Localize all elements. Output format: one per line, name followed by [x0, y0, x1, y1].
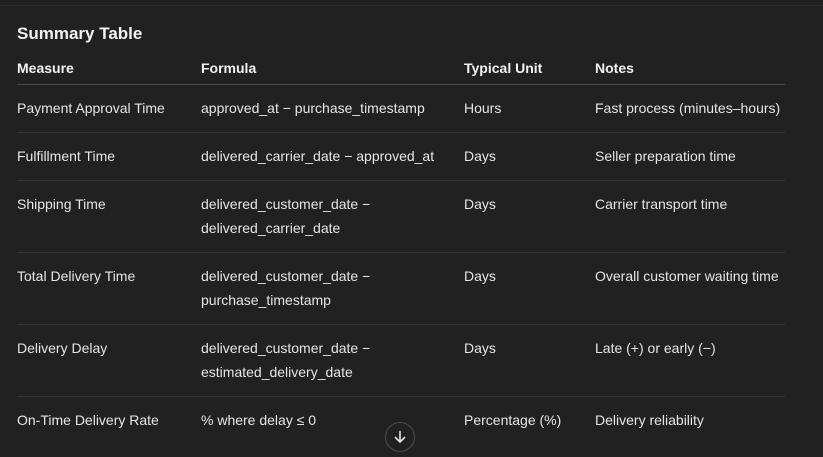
formula-cell: approved_at − purchase_timestamp — [201, 84, 464, 133]
scroll-to-bottom-button[interactable] — [385, 422, 415, 452]
formula-cell: delivered_carrier_date − approved_at — [201, 132, 464, 181]
notes-cell: Seller preparation time — [595, 132, 785, 181]
unit-cell: Days — [464, 252, 595, 325]
top-divider — [0, 5, 823, 6]
formula-cell: delivered_customer_date − delivered_carr… — [201, 180, 464, 253]
formula-cell: % where delay ≤ 0 — [201, 412, 317, 428]
formula-cell: delivered_customer_date − purchase_times… — [201, 252, 464, 325]
summary-table: Measure Formula Typical Unit Notes Payme… — [17, 52, 785, 444]
unit-cell: Hours — [464, 84, 595, 133]
unit-cell: Percentage (%) — [464, 412, 562, 428]
notes-cell: Delivery reliability — [595, 412, 704, 428]
notes-cell: Late (+) or early (−) — [595, 324, 785, 397]
column-header-notes: Notes — [595, 52, 785, 85]
column-header-measure: Measure — [17, 52, 201, 85]
measure-cell: Delivery Delay — [17, 324, 201, 397]
unit-cell: Days — [464, 180, 595, 253]
formula-cell: delivered_customer_date − estimated_deli… — [201, 324, 464, 397]
measure-cell: Fulfillment Time — [17, 132, 201, 181]
table-row: Payment Approval Time approved_at − purc… — [17, 84, 785, 133]
measure-cell: Shipping Time — [17, 180, 201, 253]
table-row: Total Delivery Time delivered_customer_d… — [17, 252, 785, 325]
column-header-unit: Typical Unit — [464, 52, 595, 85]
table-header-row: Measure Formula Typical Unit Notes — [17, 52, 785, 85]
unit-cell: Days — [464, 324, 595, 397]
notes-cell: Carrier transport time — [595, 180, 785, 253]
measure-cell: Total Delivery Time — [17, 252, 201, 325]
unit-cell: Days — [464, 132, 595, 181]
table-row: Fulfillment Time delivered_carrier_date … — [17, 132, 785, 181]
table-row: Delivery Delay delivered_customer_date −… — [17, 324, 785, 397]
table-row: Shipping Time delivered_customer_date − … — [17, 180, 785, 253]
notes-cell: Fast process (minutes–hours) — [595, 84, 785, 133]
measure-cell: Payment Approval Time — [17, 84, 201, 133]
measure-cell: On-Time Delivery Rate — [17, 412, 159, 428]
column-header-formula: Formula — [201, 52, 464, 85]
section-heading: Summary Table — [17, 24, 143, 43]
notes-cell: Overall customer waiting time — [595, 252, 785, 325]
arrow-down-icon — [394, 430, 406, 443]
